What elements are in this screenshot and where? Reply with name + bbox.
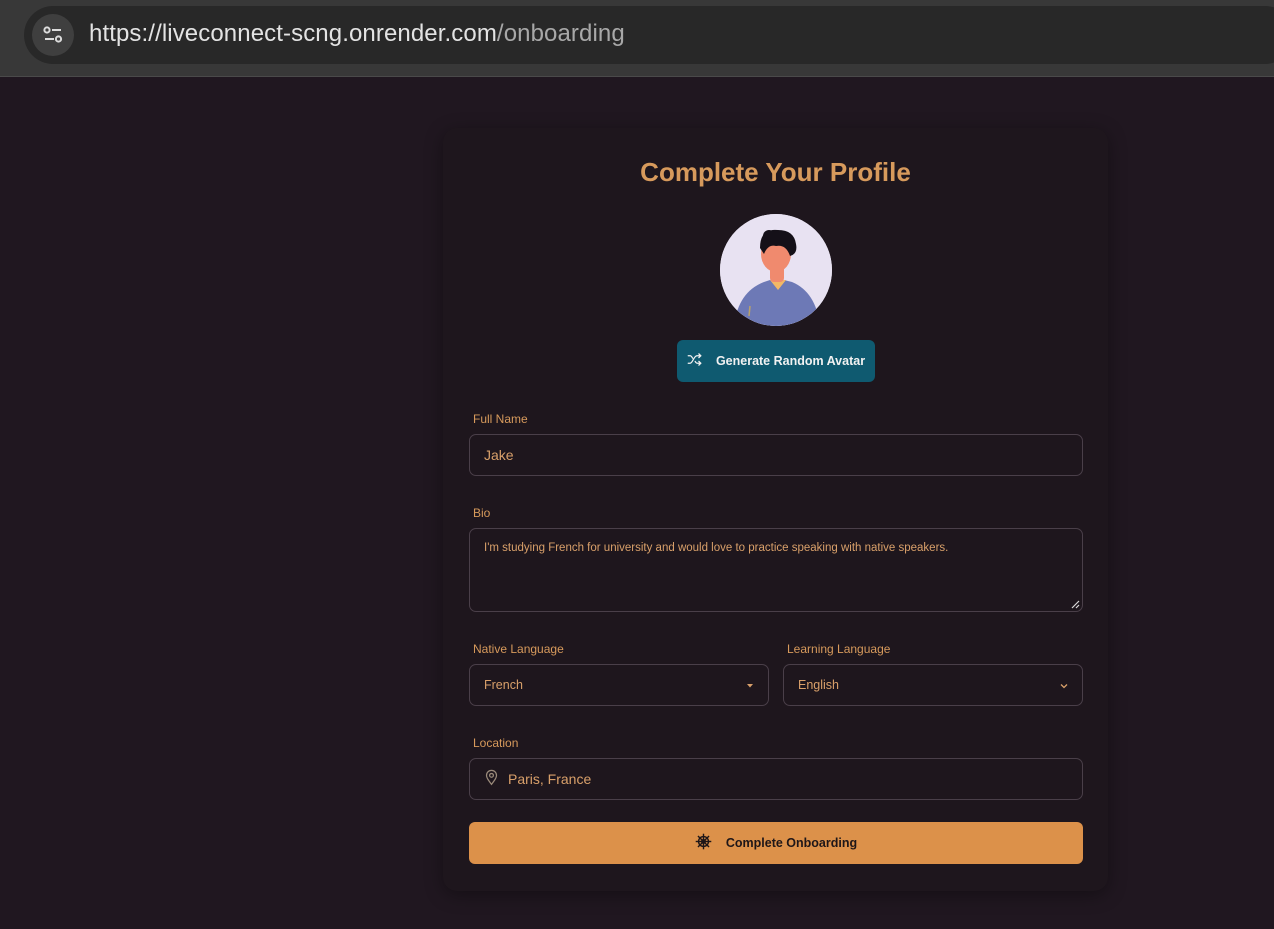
learning-language-select[interactable]: English (783, 664, 1083, 706)
avatar (720, 214, 832, 326)
onboarding-card: Complete Your Profile Generate Random Av… (443, 128, 1108, 891)
ship-wheel-icon (695, 833, 712, 853)
shuffle-icon (687, 352, 702, 370)
generate-avatar-label: Generate Random Avatar (715, 354, 866, 368)
url-path: /onboarding (496, 20, 625, 47)
location-value: Paris, France (508, 771, 592, 787)
map-pin-icon (484, 769, 499, 789)
chevron-down-icon (1060, 678, 1068, 692)
resize-grip-icon[interactable] (1070, 599, 1080, 609)
native-language-select[interactable]: French (469, 664, 769, 706)
location-input[interactable]: Paris, France (469, 758, 1083, 800)
native-language-value: French (484, 678, 523, 692)
full-name-value: Jake (484, 447, 514, 463)
bio-textarea[interactable]: I'm studying French for university and w… (469, 528, 1083, 612)
full-name-label: Full Name (473, 412, 528, 426)
url-text[interactable]: https://liveconnect-scng.onrender.com/on… (89, 20, 625, 48)
complete-onboarding-button[interactable]: Complete Onboarding (469, 822, 1083, 864)
learning-language-label: Learning Language (787, 642, 891, 656)
full-name-input[interactable]: Jake (469, 434, 1083, 476)
native-language-label: Native Language (473, 642, 564, 656)
bio-label: Bio (473, 506, 491, 520)
chevron-down-icon (746, 678, 754, 692)
url-host: https://liveconnect-scng.onrender.com (89, 20, 497, 47)
bio-value: I'm studying French for university and w… (484, 542, 949, 554)
learning-language-value: English (798, 678, 839, 692)
page-title: Complete Your Profile (640, 157, 911, 187)
tune-icon[interactable] (32, 14, 74, 56)
complete-onboarding-label: Complete Onboarding (725, 836, 858, 850)
generate-avatar-button[interactable]: Generate Random Avatar (677, 340, 875, 382)
location-label: Location (473, 736, 519, 750)
browser-toolbar: https://liveconnect-scng.onrender.com/on… (0, 0, 1274, 77)
